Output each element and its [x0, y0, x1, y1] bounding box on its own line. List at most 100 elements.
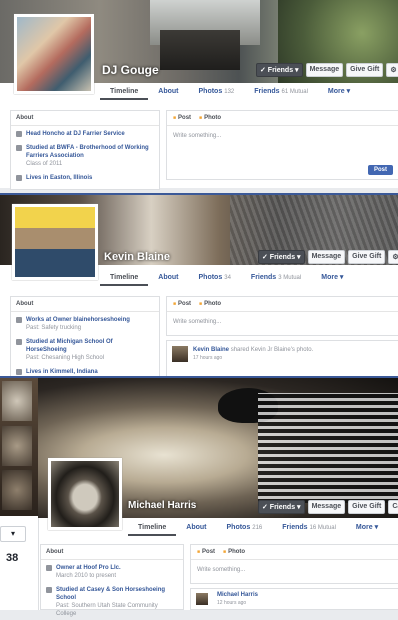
post-tab[interactable]: Post — [173, 301, 191, 307]
photo-tab[interactable]: Photo — [223, 549, 245, 555]
about-item-sub: Past: Chesaning High School — [26, 355, 105, 361]
tab-about[interactable]: About — [148, 272, 188, 286]
tab-friends[interactable]: Friends 61 Mutual — [244, 86, 318, 100]
call-button[interactable]: Call — [388, 500, 398, 514]
profile-picture[interactable] — [12, 204, 98, 280]
photo-tab[interactable]: Photo — [199, 115, 221, 121]
composer-input[interactable]: Write something... — [191, 560, 398, 580]
message-button[interactable]: Message — [307, 500, 346, 514]
graduation-cap-icon — [16, 339, 22, 345]
tab-friends[interactable]: Friends 3 Mutual — [241, 272, 311, 286]
left-photo-strip: ▾ 38 — [0, 378, 39, 610]
about-item-label: Works at Owner blainehorseshoeing — [26, 317, 130, 323]
photos-count: 132 — [224, 89, 235, 95]
photos-count: 34 — [224, 275, 231, 281]
graduation-cap-icon — [16, 145, 22, 151]
story-author[interactable]: Michael Harris — [217, 592, 258, 598]
profile-name[interactable]: Michael Harris — [128, 500, 196, 511]
friends-count: 3 Mutual — [278, 275, 302, 281]
post-composer: Post Photo Write something... — [190, 544, 398, 584]
profile-picture[interactable] — [48, 458, 122, 530]
about-item-sub: March 2010 to present — [56, 573, 117, 579]
home-icon — [16, 175, 22, 181]
give-gift-button[interactable]: Give Gift — [348, 500, 386, 514]
post-tab[interactable]: Post — [197, 549, 215, 555]
post-button[interactable]: Post — [367, 165, 393, 175]
tab-more[interactable]: More ▾ — [311, 272, 353, 286]
tab-about[interactable]: About — [176, 522, 216, 536]
about-header: About — [41, 545, 183, 560]
about-item: Studied at Michigan School Of HorseShoei… — [11, 334, 159, 364]
story-headline: Michael Harris — [217, 592, 258, 598]
post-composer: Post Photo Write something... — [166, 296, 398, 336]
about-item-text[interactable]: Head Honcho at DJ Farrier Service — [26, 130, 125, 138]
story-timestamp[interactable]: 17 hours ago — [193, 355, 222, 361]
tab-more[interactable]: More ▾ — [346, 522, 388, 536]
about-item-sub: Class of 2011 — [26, 161, 63, 167]
about-card: About Works at Owner blainehorseshoeing P… — [10, 296, 160, 378]
about-item-text[interactable]: Works at Owner blainehorseshoeing Past: S… — [26, 316, 130, 332]
tab-about[interactable]: About — [148, 86, 188, 100]
friends-button[interactable]: ✓ Friends ▾ — [258, 500, 305, 514]
about-item-text[interactable]: Studied at Michigan School Of HorseShoei… — [26, 338, 154, 362]
settings-dropdown[interactable]: ⚙ ▾ — [386, 63, 398, 77]
photo-tab[interactable]: Photo — [199, 301, 221, 307]
about-item-text[interactable]: Owner at Hoof Pro Llc. March 2010 to pres… — [56, 564, 121, 580]
photo-thumbnail[interactable] — [2, 426, 32, 466]
message-button[interactable]: Message — [305, 63, 344, 77]
story-timestamp[interactable]: 12 hours ago — [217, 600, 246, 606]
about-item: Works at Owner blainehorseshoeing Past: S… — [11, 312, 159, 334]
tab-photos-label: Photos — [198, 274, 223, 281]
tab-photos[interactable]: Photos 216 — [217, 522, 273, 536]
tab-photos[interactable]: Photos 132 — [189, 86, 245, 100]
photo-thumbnail[interactable] — [2, 470, 32, 510]
profile-picture[interactable] — [14, 14, 94, 94]
about-item: Studied at BWFA - Brotherhood of Working… — [11, 140, 159, 170]
story-author[interactable]: Kevin Blaine — [193, 347, 229, 353]
friends-count: 61 Mutual — [281, 89, 308, 95]
graduation-cap-icon — [46, 587, 52, 593]
story-action: shared Kevin Jr Blaine's photo. — [230, 347, 314, 353]
about-item-label: Owner at Hoof Pro Llc. — [56, 565, 121, 571]
about-item-text[interactable]: Lives in Easton, Illinois — [26, 174, 92, 182]
home-icon — [16, 369, 22, 375]
tab-timeline[interactable]: Timeline — [128, 522, 177, 536]
photo-thumbnail[interactable] — [2, 381, 32, 421]
post-composer: Post Photo Write something... Post — [166, 110, 398, 180]
tab-timeline[interactable]: Timeline — [100, 272, 149, 286]
profile-name[interactable]: Kevin Blaine — [104, 251, 170, 263]
give-gift-button[interactable]: Give Gift — [348, 250, 386, 264]
give-gift-button[interactable]: Give Gift — [346, 63, 384, 77]
post-tab[interactable]: Post — [173, 115, 191, 121]
left-card-button[interactable]: ▾ — [0, 526, 26, 542]
author-avatar[interactable] — [196, 593, 208, 605]
left-card-count: 38 — [6, 552, 19, 564]
profile-tabs: Timeline About Photos 132 Friends 61 Mutua… — [100, 86, 398, 100]
composer-input[interactable]: Write something... — [167, 312, 398, 332]
settings-dropdown[interactable]: ⚙ ▾ — [388, 250, 398, 264]
composer-input[interactable]: Write something... — [167, 126, 398, 146]
message-button[interactable]: Message — [307, 250, 346, 264]
tab-timeline[interactable]: Timeline — [100, 86, 149, 100]
about-header: About — [11, 111, 159, 126]
about-item-text[interactable]: Lives in Kimmell, Indiana — [26, 368, 98, 376]
author-avatar[interactable] — [172, 346, 188, 362]
profile-actions: ✓ Friends ▾ Message Give Gift Call — [258, 500, 398, 514]
tab-photos[interactable]: Photos 34 — [189, 272, 241, 286]
tab-friends[interactable]: Friends 16 Mutual — [272, 522, 346, 536]
about-item-label: Studied at Casey & Son Horseshoeing Scho… — [56, 587, 166, 601]
about-item: Lives in Easton, Illinois — [11, 170, 159, 184]
friends-button[interactable]: ✓ Friends ▾ — [258, 250, 305, 264]
tab-more[interactable]: More ▾ — [318, 86, 360, 100]
timeline-story: Michael Harris 12 hours ago — [190, 588, 398, 610]
about-item-text[interactable]: Studied at Casey & Son Horseshoeing Scho… — [56, 586, 178, 618]
profile-tabs: Timeline About Photos 216 Friends 16 Mutua… — [128, 522, 398, 536]
about-header: About — [11, 297, 159, 312]
profile-actions: ✓ Friends ▾ Message Give Gift ⚙ ▾ — [256, 63, 398, 77]
profile-name[interactable]: DJ Gouge — [102, 63, 159, 77]
about-item-text[interactable]: Studied at BWFA - Brotherhood of Working… — [26, 144, 154, 168]
story-headline: Kevin Blaine shared Kevin Jr Blaine's ph… — [193, 347, 313, 353]
timeline-story: Kevin Blaine shared Kevin Jr Blaine's ph… — [166, 340, 398, 378]
left-info-card: ▾ 38 — [0, 518, 39, 610]
friends-button[interactable]: ✓ Friends ▾ — [256, 63, 303, 77]
